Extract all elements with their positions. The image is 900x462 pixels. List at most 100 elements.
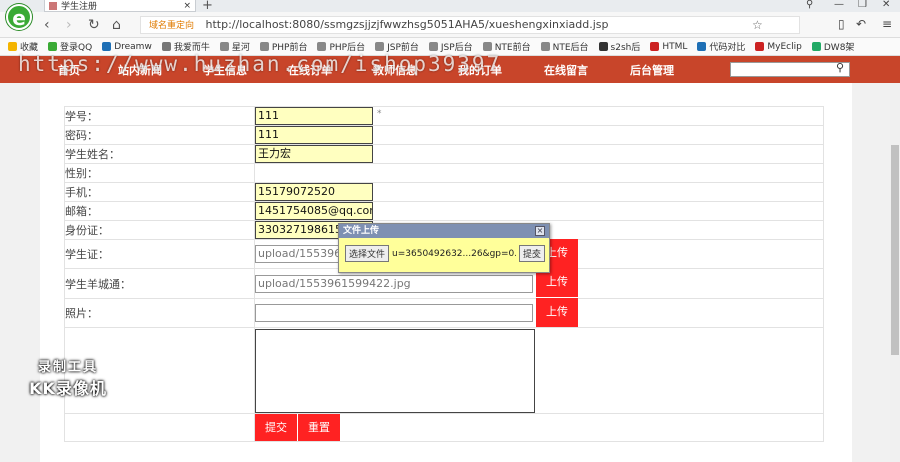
table-row: 手机： 15179072520 [64,182,824,202]
back-icon[interactable]: ‹ [44,17,50,33]
label-student-id: 学号： [64,106,255,126]
bookmark-star-icon[interactable]: ☆ [752,18,763,32]
bookmark-favicon-icon [317,42,327,51]
bookmark-label: 代码对比 [709,43,746,53]
submit-button[interactable]: 提交 [255,414,297,441]
bookmark-favicon-icon [102,42,112,51]
bookmark-favicon-icon [219,42,229,51]
photo-path-input[interactable] [255,304,533,322]
label-student-card: 学生证： [64,239,255,269]
label-id-card: 身份证： [64,220,255,240]
bookmark-item[interactable]: NTE后台 [540,40,589,53]
recorder-watermark: 录制工具 KK录像机 [22,356,114,399]
minimize-icon[interactable]: — [834,0,844,10]
url-bar[interactable]: 域名重定向 http://localhost:8080/ssmgzsjjzjfw… [140,16,800,34]
bookmark-favicon-icon [650,42,660,51]
table-row: 提交 重置 [64,413,824,442]
table-row: 邮箱： 1451754085@qq.com [64,201,824,221]
bookmark-favicon-icon [48,42,58,51]
bookmark-item[interactable]: Dreamw [102,42,152,52]
transit-card-path-input[interactable]: upload/1553961599422.jpg [255,274,533,293]
label-student-name: 学生姓名： [64,144,255,164]
label-gender: 性别： [64,163,255,183]
student-id-input[interactable]: 111 [255,107,373,125]
menu-icon[interactable]: ⚲ [806,0,813,10]
bookmark-label: DW8架 [823,43,855,53]
password-input[interactable]: 111 [255,126,373,144]
email-input[interactable]: 1451754085@qq.com [255,202,373,220]
table-row: 学生姓名： 王力宏 [64,144,824,164]
bookmark-favicon-icon [811,42,821,51]
scrollbar-thumb[interactable] [891,145,899,355]
phone-input[interactable]: 15179072520 [255,183,373,201]
mouse-cursor-icon: ☝ [532,247,540,261]
nav-message[interactable]: 在线留言 [544,62,588,78]
bookmark-label: Dreamw [114,41,152,52]
tab-title: 学生注册 [61,2,98,12]
bookmark-label: s2sh后 [610,43,641,53]
bookmark-item[interactable]: 代码对比 [697,40,745,53]
bookmark-favicon-icon [375,42,385,51]
required-mark: * [377,109,382,119]
table-row [64,327,824,414]
label-transit-card: 学生羊城通： [64,268,255,299]
file-upload-dialog: 文件上传 × 选择文件 u=3650492632...26&gp=0.jpg 提… [338,223,550,273]
browser-logo-icon: e [6,4,32,30]
bookmark-favicon-icon [259,42,269,51]
label-email: 邮箱： [64,201,255,221]
forward-icon[interactable]: › [66,17,72,33]
more-menu-icon[interactable]: ≡ [882,17,892,31]
watermark-text: https://www.huzhan.com/ishop39397 [18,52,502,76]
url-redirect-warning: 域名重定向 [149,21,195,31]
bookmark-favicon-icon [755,42,765,51]
bookmark-item[interactable]: s2sh后 [598,40,641,53]
page-favicon-icon [49,1,57,10]
reload-icon[interactable]: ↻ [88,17,100,33]
url-text: http://localhost:8080/ssmgzsjjzjfwwzhsg5… [205,18,609,31]
gender-field[interactable] [254,163,824,183]
reset-button[interactable]: 重置 [298,414,340,441]
dialog-title: 文件上传 [339,224,549,238]
reader-icon[interactable]: ▯ [838,17,845,31]
bookmark-item[interactable]: DW8架 [811,40,855,53]
recorder-line2: KK录像机 [29,379,107,398]
upload-photo-button[interactable]: 上传 [536,298,578,327]
choose-file-button[interactable]: 选择文件 [345,245,390,262]
bookmark-label: MyEclip [767,41,802,52]
close-window-icon[interactable]: ✕ [882,0,890,10]
bookmark-favicon-icon [8,42,17,51]
bookmark-item[interactable]: MyEclip [755,41,802,52]
table-row: 学生羊城通： upload/1553961599422.jpg 上传 [64,268,824,299]
bookmark-favicon-icon [428,42,438,51]
bookmark-favicon-icon [540,42,550,51]
search-icon[interactable]: ⚲ [836,61,844,74]
table-row: 性别： [64,163,824,183]
remarks-textarea[interactable] [255,328,535,413]
bookmark-label: NTE后台 [552,43,589,53]
register-form: 学号： 111 * 密码： 111 学生姓名： 王力宏 性别： 手机： 1517… [64,106,824,442]
label-phone: 手机： [64,182,255,202]
restore-icon[interactable]: ❐ [858,0,867,10]
home-icon[interactable]: ⌂ [112,17,121,33]
bookmark-favicon-icon [482,42,492,51]
tab-close-icon[interactable]: × [183,1,191,11]
label-photo: 照片： [64,298,255,328]
bookmark-item[interactable]: HTML [650,42,687,52]
site-search-input[interactable] [730,62,850,77]
bookmark-favicon-icon [161,42,171,51]
chosen-file-name: u=3650492632...26&gp=0.jpg [392,248,516,259]
bookmark-label: HTML [662,41,688,52]
table-row: 密码： 111 [64,125,824,145]
table-row: 学号： 111 * [64,106,824,126]
table-row: 照片： 上传 [64,298,824,328]
dialog-close-icon[interactable]: × [535,226,545,236]
bookmark-favicon-icon [697,42,707,51]
bookmark-favicon-icon [598,42,608,51]
nav-admin[interactable]: 后台管理 [630,62,674,78]
address-toolbar: ‹ › ↻ ⌂ 域名重定向 http://localhost:8080/ssmg… [0,12,900,38]
label-password: 密码： [64,125,255,145]
undo-icon[interactable]: ↶ [856,17,866,31]
browser-tab[interactable]: 学生注册 × [44,0,196,12]
recorder-line1: 录制工具 [37,360,98,375]
student-name-input[interactable]: 王力宏 [255,145,373,163]
